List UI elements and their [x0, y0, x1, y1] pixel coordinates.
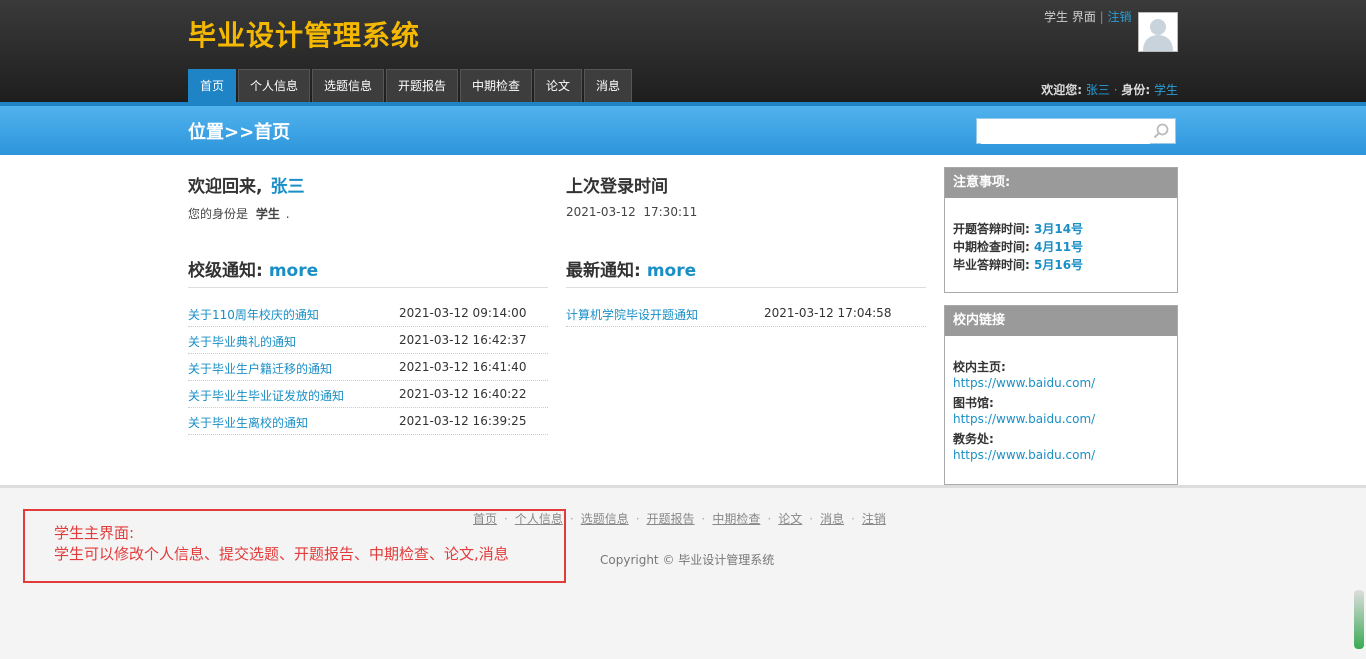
site-title: 毕业设计管理系统 [188, 19, 421, 52]
annotation-line-1: 学生主界面: [54, 524, 135, 542]
footer-separator: · [851, 512, 855, 526]
footer-separator: · [569, 512, 574, 526]
tab-thesis[interactable]: 论文 [534, 69, 582, 102]
footer-link-logout[interactable]: 注销 [862, 512, 886, 526]
notice-item: 中期检查时间: 4月11号 [953, 238, 1083, 255]
notice-date: 2021-03-12 16:39:25 [399, 414, 527, 428]
campus-links-box: 校内链接 校内主页: https://www.baidu.com/ 图书馆: h… [944, 305, 1178, 485]
user-placeholder-icon [1139, 13, 1177, 51]
footer-divider [0, 485, 1366, 488]
annotation-box: 学生主界面: 学生可以修改个人信息、提交选题、开题报告、中期检查、论文,消息 [23, 509, 566, 583]
location-bar: 位置>>首页 [0, 106, 1366, 155]
campus-link-url[interactable]: https://www.baidu.com/ [953, 448, 1095, 462]
latest-notices-more-link[interactable]: more [647, 261, 696, 281]
notice-link[interactable]: 关于毕业生离校的通知 [188, 414, 308, 431]
table-row: 关于110周年校庆的通知 2021-03-12 09:14:00 [188, 300, 548, 327]
school-notices-divider [188, 287, 548, 288]
notice-date: 2021-03-12 17:04:58 [764, 306, 892, 320]
last-login-time: 2021-03-12 17:30:11 [566, 205, 698, 219]
notice-link[interactable]: 关于毕业生毕业证发放的通知 [188, 387, 344, 404]
logout-link[interactable]: 注销 [1108, 10, 1132, 24]
table-row: 计算机学院毕设开题通知 2021-03-12 17:04:58 [566, 300, 926, 327]
footer-link-topic-info[interactable]: 选题信息 [581, 512, 629, 526]
identity-text: 您的身份是 [188, 207, 249, 221]
welcome-heading-text: 欢迎回来, [188, 177, 263, 197]
table-row: 关于毕业生离校的通知 2021-03-12 16:39:25 [188, 408, 548, 435]
notice-box: 注意事项: 开题答辩时间: 3月14号 中期检查时间: 4月11号 毕业答辩时间… [944, 167, 1178, 293]
notice-date: 2021-03-12 09:14:00 [399, 306, 527, 320]
school-notices-heading-text: 校级通知: [188, 261, 263, 281]
campus-link-label: 校内主页: [953, 360, 1006, 374]
notice-item-value: 4月11号 [1034, 240, 1084, 254]
footer-link-opening-report[interactable]: 开题报告 [647, 512, 695, 526]
copyright: Copyright © 毕业设计管理系统 [600, 553, 775, 567]
notice-item: 开题答辩时间: 3月14号 [953, 220, 1083, 237]
header-user-name[interactable]: 张三 [1086, 83, 1110, 97]
search-input[interactable] [981, 120, 1150, 144]
search-box[interactable] [976, 118, 1176, 144]
tab-personal-info[interactable]: 个人信息 [238, 69, 310, 102]
header: 毕业设计管理系统 学生 界面 | 注销 首页 个人信息 选题信息 开题报告 中期… [0, 0, 1366, 102]
campus-link-label: 图书馆: [953, 396, 994, 410]
notice-item-value: 5月16号 [1034, 258, 1084, 272]
latest-notices-divider [566, 287, 926, 288]
table-row: 关于毕业典礼的通知 2021-03-12 16:42:37 [188, 327, 548, 354]
identity-line: 您的身份是 学生 . [188, 205, 290, 222]
campus-link-url[interactable]: https://www.baidu.com/ [953, 412, 1095, 426]
tab-messages[interactable]: 消息 [584, 69, 632, 102]
footer-separator: · [809, 512, 814, 526]
header-identity-value[interactable]: 学生 [1154, 83, 1178, 97]
footer-link-midterm-check[interactable]: 中期检查 [712, 512, 760, 526]
notice-item-label: 毕业答辩时间: [953, 258, 1030, 272]
search-icon[interactable] [1153, 123, 1169, 139]
notice-date: 2021-03-12 16:42:37 [399, 333, 527, 347]
role-interface: 学生 界面 [1044, 10, 1096, 24]
breadcrumb: 位置>>首页 [188, 122, 291, 143]
notice-date: 2021-03-12 16:41:40 [399, 360, 527, 374]
notice-item-value: 3月14号 [1034, 222, 1084, 236]
tab-midterm-check[interactable]: 中期检查 [460, 69, 532, 102]
tab-home[interactable]: 首页 [188, 69, 236, 102]
tab-opening-report[interactable]: 开题报告 [386, 69, 458, 102]
footer-separator: · [635, 512, 640, 526]
welcome-top: 欢迎您: 张三 · 身份: 学生 [1041, 83, 1178, 97]
notice-link[interactable]: 关于110周年校庆的通知 [188, 306, 319, 323]
identity-end: . [285, 207, 290, 221]
annotation-line-2: 学生可以修改个人信息、提交选题、开题报告、中期检查、论文,消息 [54, 545, 509, 563]
footer-link-thesis[interactable]: 论文 [778, 512, 802, 526]
footer-separator: · [767, 512, 772, 526]
notice-link[interactable]: 关于毕业典礼的通知 [188, 333, 296, 350]
user-top: 学生 界面 | 注销 [1044, 10, 1132, 24]
identity-label: 身份: [1121, 83, 1151, 97]
campus-link-label: 教务处: [953, 432, 994, 446]
welcome-heading: 欢迎回来, 张三 [188, 172, 304, 197]
notice-link[interactable]: 关于毕业生户籍迁移的通知 [188, 360, 332, 377]
school-notices-more-link[interactable]: more [269, 261, 318, 281]
table-row: 关于毕业生毕业证发放的通知 2021-03-12 16:40:22 [188, 381, 548, 408]
notice-item-label: 中期检查时间: [953, 240, 1030, 254]
welcome-user-name: 张三 [270, 177, 305, 197]
school-notices-heading: 校级通知: more [188, 256, 318, 281]
footer-link-messages[interactable]: 消息 [820, 512, 844, 526]
avatar[interactable] [1138, 12, 1178, 52]
table-row: 关于毕业生户籍迁移的通知 2021-03-12 16:41:40 [188, 354, 548, 381]
notice-box-title: 注意事项: [945, 168, 1177, 198]
notice-item-label: 开题答辩时间: [953, 222, 1030, 236]
campus-link-url[interactable]: https://www.baidu.com/ [953, 376, 1095, 390]
identity-value: 学生 [255, 207, 280, 221]
latest-notices-heading: 最新通知: more [566, 256, 696, 281]
campus-links-title: 校内链接 [945, 306, 1177, 336]
notice-item: 毕业答辩时间: 5月16号 [953, 256, 1083, 273]
tab-topic-info[interactable]: 选题信息 [312, 69, 384, 102]
footer-separator: · [701, 512, 706, 526]
scrollbar[interactable] [1354, 590, 1364, 649]
welcome-label: 欢迎您: [1041, 83, 1083, 97]
last-login-heading: 上次登录时间 [566, 177, 668, 197]
notice-date: 2021-03-12 16:40:22 [399, 387, 527, 401]
notice-link[interactable]: 计算机学院毕设开题通知 [566, 306, 698, 323]
latest-notices-heading-text: 最新通知: [566, 261, 641, 281]
